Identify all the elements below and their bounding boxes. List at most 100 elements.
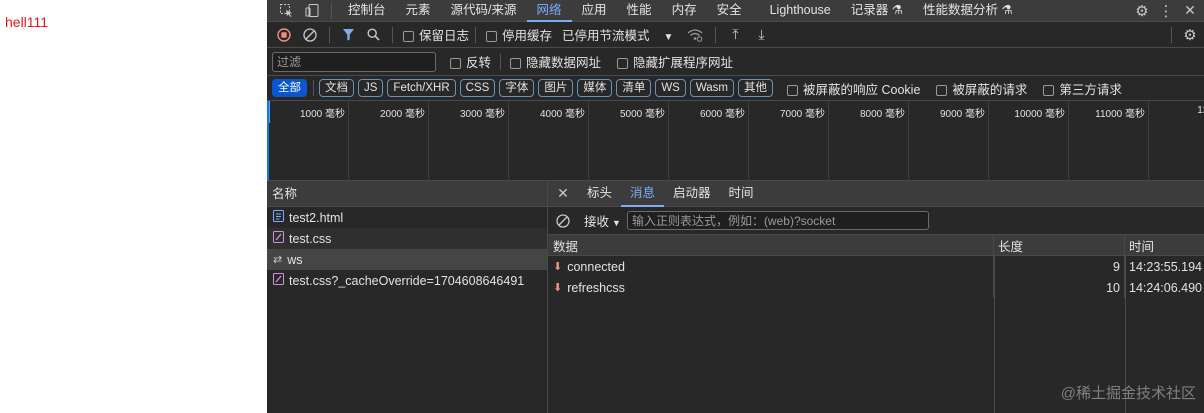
message-data-cell: ⬇ connected bbox=[548, 256, 994, 277]
tab-memory[interactable]: 内存 bbox=[662, 0, 707, 22]
type-doc-chip[interactable]: 文档 bbox=[319, 79, 354, 97]
checkbox-box[interactable] bbox=[510, 58, 522, 70]
message-row[interactable]: ⬇ refreshcss 10 14:24:06.490 bbox=[548, 277, 1204, 298]
tab-headers[interactable]: 标头 bbox=[578, 181, 621, 207]
timeline-tick-label: 12000 bbox=[1197, 105, 1204, 116]
export-har-icon[interactable]: ⤓ bbox=[748, 26, 774, 43]
request-list: 名称 test2.html test.css ⇄ ws test.css?_ca… bbox=[267, 181, 548, 413]
checkbox-box[interactable] bbox=[1043, 84, 1055, 96]
resource-type-bar: 全部 文档 JS Fetch/XHR CSS 字体 图片 媒体 清单 WS Wa… bbox=[267, 76, 1204, 101]
tab-performance[interactable]: 性能 bbox=[617, 0, 662, 22]
timeline-overview[interactable]: 1000 毫秒 2000 毫秒 3000 毫秒 4000 毫秒 5000 毫秒 6000 … bbox=[267, 101, 1204, 181]
type-css-chip[interactable]: CSS bbox=[459, 79, 496, 97]
device-toolbar-icon[interactable] bbox=[301, 3, 323, 18]
inspect-element-icon[interactable] bbox=[275, 3, 297, 18]
type-fetch-xhr-chip[interactable]: Fetch/XHR bbox=[387, 79, 456, 97]
close-icon[interactable]: ✕ bbox=[1178, 2, 1202, 19]
checkbox-box[interactable] bbox=[617, 58, 629, 70]
stylesheet-icon bbox=[273, 231, 284, 246]
page-text: hell111 bbox=[5, 14, 49, 30]
more-options-icon[interactable]: ⋮ bbox=[1154, 2, 1178, 20]
checkbox-box[interactable] bbox=[936, 84, 948, 96]
type-font-chip[interactable]: 字体 bbox=[499, 79, 535, 97]
tab-network[interactable]: 网络 bbox=[526, 0, 572, 22]
invert-checkbox[interactable]: 反转 bbox=[450, 52, 491, 71]
blocked-cookies-label: 被屏蔽的响应 Cookie bbox=[803, 82, 921, 97]
timeline-tick: 4000 毫秒 bbox=[509, 101, 589, 181]
request-row-css[interactable]: test.css bbox=[267, 228, 547, 249]
tab-initiator[interactable]: 启动器 bbox=[664, 181, 720, 207]
blocked-cookies-checkbox[interactable]: 被屏蔽的响应 Cookie bbox=[787, 79, 920, 98]
timeline-tick: 7000 毫秒 bbox=[749, 101, 829, 181]
preserve-log-checkbox[interactable]: 保留日志 bbox=[403, 25, 469, 44]
clear-icon[interactable] bbox=[297, 27, 323, 42]
message-row[interactable]: ⬇ connected 9 14:23:55.194 bbox=[548, 256, 1204, 277]
blocked-requests-checkbox[interactable]: 被屏蔽的请求 bbox=[936, 79, 1027, 98]
tab-performance-insights-label: 性能数据分析 bbox=[922, 2, 998, 17]
checkbox-box[interactable] bbox=[787, 84, 799, 96]
request-row-ws[interactable]: ⇄ ws bbox=[267, 249, 547, 270]
type-ws-chip[interactable]: WS bbox=[655, 79, 686, 97]
search-icon[interactable] bbox=[360, 28, 386, 41]
tab-timing[interactable]: 时间 bbox=[720, 181, 763, 207]
type-media-chip[interactable]: 媒体 bbox=[577, 79, 613, 97]
type-wasm-chip[interactable]: Wasm bbox=[689, 79, 735, 97]
direction-select[interactable]: 接收 ▼ bbox=[584, 211, 621, 230]
network-conditions-icon[interactable] bbox=[681, 28, 709, 42]
timeline-tick-label: 6000 毫秒 bbox=[699, 109, 745, 120]
request-row-html[interactable]: test2.html bbox=[267, 207, 547, 228]
hide-extension-urls-checkbox[interactable]: 隐藏扩展程序网址 bbox=[617, 52, 733, 71]
tab-sources[interactable]: 源代码/来源 bbox=[441, 0, 527, 22]
filter-icon[interactable] bbox=[336, 28, 360, 41]
checkbox-box[interactable] bbox=[486, 31, 498, 43]
received-arrow-icon: ⬇ bbox=[553, 282, 563, 294]
tab-lighthouse[interactable]: Lighthouse bbox=[760, 0, 841, 22]
type-other-chip[interactable]: 其他 bbox=[738, 79, 774, 97]
filter-input[interactable] bbox=[272, 51, 436, 72]
tab-application[interactable]: 应用 bbox=[572, 0, 617, 22]
network-settings-gear-icon[interactable]: ⚙ bbox=[1178, 26, 1202, 44]
divider bbox=[475, 26, 477, 43]
gear-icon[interactable]: ⚙ bbox=[1130, 2, 1154, 20]
divider bbox=[331, 2, 332, 19]
flask-icon: ⚗ bbox=[1001, 2, 1013, 17]
request-name: test.css?_cacheOverride=1704608646491 bbox=[289, 273, 525, 288]
name-column-header[interactable]: 名称 bbox=[267, 181, 547, 207]
divider bbox=[715, 26, 717, 43]
timeline-tick-label: 3000 毫秒 bbox=[459, 109, 505, 120]
tab-security[interactable]: 安全 bbox=[707, 0, 752, 22]
tab-messages[interactable]: 消息 bbox=[621, 181, 665, 207]
record-stop-icon[interactable] bbox=[271, 27, 297, 42]
checkbox-box[interactable] bbox=[450, 58, 461, 70]
received-arrow-icon: ⬇ bbox=[553, 261, 563, 273]
hide-data-urls-checkbox[interactable]: 隐藏数据网址 bbox=[510, 52, 601, 71]
length-column-header[interactable]: 长度 bbox=[994, 235, 1125, 255]
timeline-tick-label: 4000 毫秒 bbox=[539, 109, 585, 120]
throttle-value: 已停用节流模式 bbox=[562, 29, 650, 43]
disable-cache-checkbox[interactable]: 停用缓存 bbox=[486, 25, 552, 44]
tab-recorder[interactable]: 记录器 ⚗ bbox=[841, 0, 907, 22]
tab-elements[interactable]: 元素 bbox=[396, 0, 441, 22]
type-js-chip[interactable]: JS bbox=[358, 79, 384, 97]
tab-performance-insights[interactable]: 性能数据分析 ⚗ bbox=[913, 0, 1023, 22]
third-party-checkbox[interactable]: 第三方请求 bbox=[1043, 79, 1122, 98]
timeline-tick: 1000 毫秒 bbox=[269, 101, 349, 181]
type-manifest-chip[interactable]: 清单 bbox=[616, 79, 652, 97]
tab-console[interactable]: 控制台 bbox=[338, 0, 396, 22]
close-detail-icon[interactable]: ✕ bbox=[548, 185, 578, 202]
detail-tab-bar: ✕ 标头 消息 启动器 时间 bbox=[548, 181, 1204, 207]
time-column-header[interactable]: 时间 bbox=[1125, 235, 1204, 255]
throttle-select[interactable]: 已停用节流模式 ▼ bbox=[562, 25, 673, 44]
data-column-header[interactable]: 数据 bbox=[548, 235, 994, 255]
import-har-icon[interactable]: ⤒ bbox=[722, 26, 748, 43]
request-row-css-override[interactable]: test.css?_cacheOverride=1704608646491 bbox=[267, 270, 547, 291]
type-all-chip[interactable]: 全部 bbox=[272, 79, 307, 97]
message-filter-input[interactable] bbox=[626, 211, 929, 230]
checkbox-box[interactable] bbox=[403, 31, 414, 43]
messages-toolbar: 接收 ▼ bbox=[548, 207, 1204, 235]
timeline-tick: 8000 毫秒 bbox=[829, 101, 909, 181]
dropdown-arrow-icon: ▼ bbox=[663, 32, 674, 43]
clear-messages-icon[interactable] bbox=[548, 213, 578, 228]
request-name: ws bbox=[287, 252, 303, 267]
type-img-chip[interactable]: 图片 bbox=[538, 79, 574, 97]
